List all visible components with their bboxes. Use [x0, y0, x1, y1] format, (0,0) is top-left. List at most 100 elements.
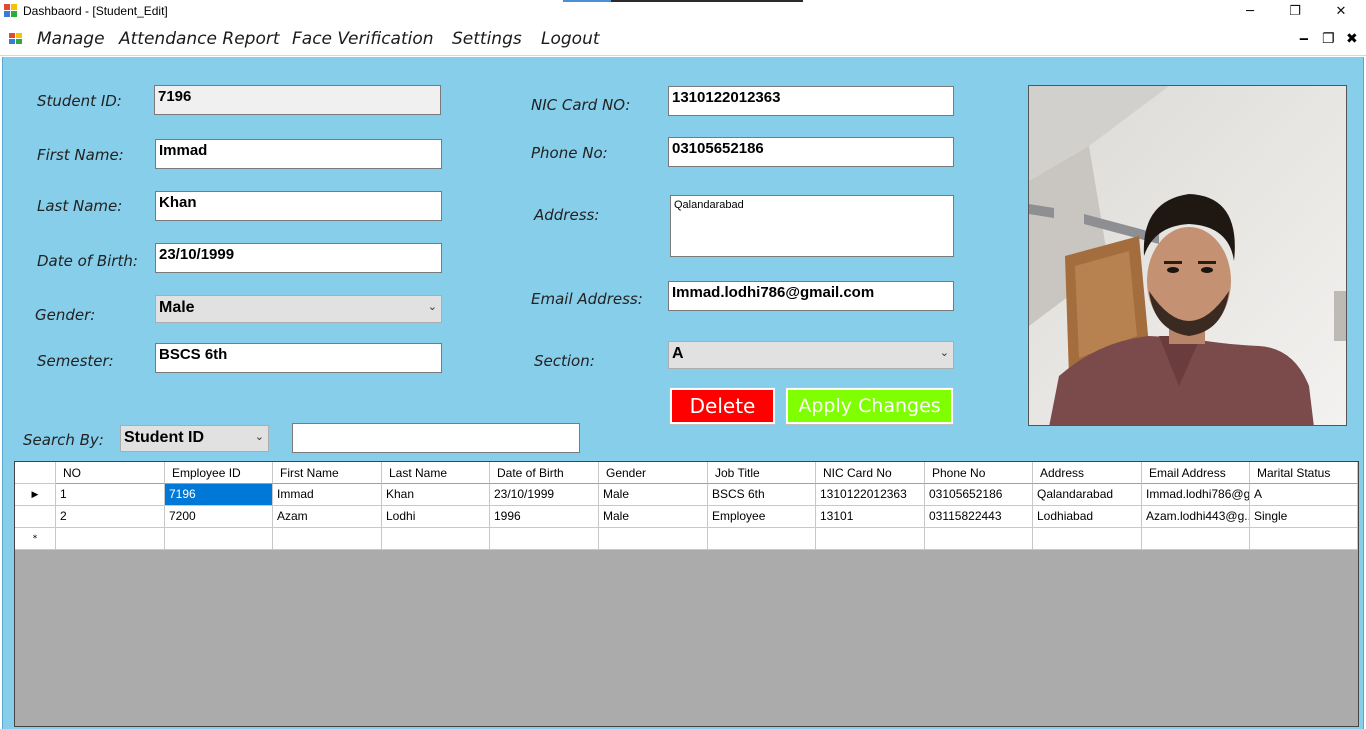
table-cell[interactable]: 1 [56, 484, 165, 506]
search-by-value: Student ID [124, 429, 204, 446]
search-by-dropdown[interactable]: Student ID ⌄ [120, 425, 269, 452]
table-cell[interactable] [599, 528, 708, 550]
table-cell[interactable]: Qalandarabad [1033, 484, 1142, 506]
minimize-window-button[interactable]: ─ [1227, 0, 1273, 23]
column-header[interactable]: Date of Birth [490, 462, 599, 484]
column-header[interactable]: NIC Card No [816, 462, 925, 484]
nic-field[interactable]: 1310122012363 [668, 86, 954, 116]
table-cell[interactable] [165, 528, 273, 550]
gender-value: Male [159, 299, 195, 316]
section-dropdown[interactable]: A ⌄ [668, 341, 954, 369]
search-input[interactable] [292, 423, 580, 453]
table-cell[interactable] [708, 528, 816, 550]
table-cell[interactable] [1250, 528, 1358, 550]
table-cell[interactable] [1033, 528, 1142, 550]
window-title: Dashbaord - [Student_Edit] [23, 4, 168, 18]
column-header[interactable]: Employee ID [165, 462, 273, 484]
students-grid[interactable]: NO Employee ID First Name Last Name Date… [14, 461, 1359, 727]
table-cell[interactable]: Khan [382, 484, 490, 506]
table-cell[interactable]: Single [1250, 506, 1358, 528]
last-name-field[interactable]: Khan [155, 191, 442, 221]
table-cell[interactable]: 7200 [165, 506, 273, 528]
dob-field[interactable]: 23/10/1999 [155, 243, 442, 273]
column-header[interactable]: Email Address [1142, 462, 1250, 484]
table-cell[interactable]: 23/10/1999 [490, 484, 599, 506]
table-cell[interactable] [273, 528, 382, 550]
table-cell[interactable]: Employee [708, 506, 816, 528]
table-cell[interactable] [816, 528, 925, 550]
title-bar: Dashbaord - [Student_Edit] ─ ❐ ✕ [0, 0, 1366, 23]
table-cell[interactable] [925, 528, 1033, 550]
student-photo [1028, 85, 1347, 426]
current-row-indicator-icon[interactable]: ▶ [15, 484, 56, 506]
new-row[interactable]: * [15, 528, 1358, 550]
grid-corner-cell [15, 462, 56, 484]
table-cell[interactable]: BSCS 6th [708, 484, 816, 506]
column-header[interactable]: Phone No [925, 462, 1033, 484]
table-row[interactable]: ▶ 1 7196 Immad Khan 23/10/1999 Male BSCS… [15, 484, 1358, 506]
table-cell[interactable]: 03115822443 [925, 506, 1033, 528]
chevron-down-icon: ⌄ [939, 347, 949, 359]
menu-manage[interactable]: Manage [37, 29, 105, 49]
table-cell[interactable]: Azam.lodhi443@g... [1142, 506, 1250, 528]
chevron-down-icon: ⌄ [427, 301, 437, 313]
phone-label: Phone No: [531, 144, 608, 162]
nic-label: NIC Card NO: [531, 96, 631, 114]
first-name-field[interactable]: Immad [155, 139, 442, 169]
row-header[interactable] [15, 506, 56, 528]
table-cell[interactable]: Lodhiabad [1033, 506, 1142, 528]
table-cell-selected[interactable]: 7196 [165, 484, 273, 506]
table-cell[interactable]: A [1250, 484, 1358, 506]
column-header[interactable]: First Name [273, 462, 382, 484]
mdi-close-button[interactable]: ✖ [1346, 31, 1358, 47]
form-icon [9, 33, 22, 44]
menu-settings[interactable]: Settings [452, 29, 522, 49]
table-cell[interactable]: Immad.lodhi786@g... [1142, 484, 1250, 506]
table-cell[interactable]: 1996 [490, 506, 599, 528]
table-cell[interactable]: Male [599, 484, 708, 506]
title-accent-blue [563, 0, 611, 2]
column-header[interactable]: Last Name [382, 462, 490, 484]
table-cell[interactable]: 1310122012363 [816, 484, 925, 506]
table-cell[interactable]: Lodhi [382, 506, 490, 528]
new-row-marker-icon[interactable]: * [15, 528, 56, 550]
menu-logout[interactable]: Logout [541, 29, 600, 49]
mdi-restore-button[interactable]: ❐ [1322, 31, 1335, 47]
semester-label: Semester: [37, 352, 114, 370]
table-row[interactable]: 2 7200 Azam Lodhi 1996 Male Employee 131… [15, 506, 1358, 528]
table-cell[interactable]: 03105652186 [925, 484, 1033, 506]
phone-field[interactable]: 03105652186 [668, 137, 954, 167]
menu-attendance-report[interactable]: Attendance Report [119, 29, 280, 49]
table-cell[interactable] [490, 528, 599, 550]
semester-field[interactable]: BSCS 6th [155, 343, 442, 373]
section-value: A [672, 345, 684, 362]
delete-button[interactable]: Delete [669, 387, 776, 425]
column-header[interactable]: Job Title [708, 462, 816, 484]
close-window-button[interactable]: ✕ [1318, 0, 1364, 23]
column-header[interactable]: Marital Status [1250, 462, 1358, 484]
table-cell[interactable]: Immad [273, 484, 382, 506]
address-field[interactable]: Qalandarabad [670, 195, 954, 257]
student-id-field[interactable]: 7196 [154, 85, 441, 115]
table-cell[interactable] [56, 528, 165, 550]
app-icon [4, 4, 17, 17]
table-cell[interactable]: Male [599, 506, 708, 528]
email-field[interactable]: Immad.lodhi786@gmail.com [668, 281, 954, 311]
column-header[interactable]: NO [56, 462, 165, 484]
student-id-label: Student ID: [37, 92, 122, 110]
section-label: Section: [534, 352, 595, 370]
email-label: Email Address: [531, 290, 643, 308]
table-cell[interactable] [1142, 528, 1250, 550]
table-cell[interactable]: Azam [273, 506, 382, 528]
column-header[interactable]: Gender [599, 462, 708, 484]
restore-window-button[interactable]: ❐ [1272, 0, 1318, 23]
gender-dropdown[interactable]: Male ⌄ [155, 295, 442, 323]
table-cell[interactable] [382, 528, 490, 550]
menu-face-verification[interactable]: Face Verification [292, 29, 434, 49]
table-cell[interactable]: 13101 [816, 506, 925, 528]
mdi-minimize-button[interactable]: ‒ [1299, 31, 1309, 47]
last-name-label: Last Name: [37, 197, 123, 215]
table-cell[interactable]: 2 [56, 506, 165, 528]
column-header[interactable]: Address [1033, 462, 1142, 484]
apply-changes-button[interactable]: Apply Changes [785, 387, 954, 425]
